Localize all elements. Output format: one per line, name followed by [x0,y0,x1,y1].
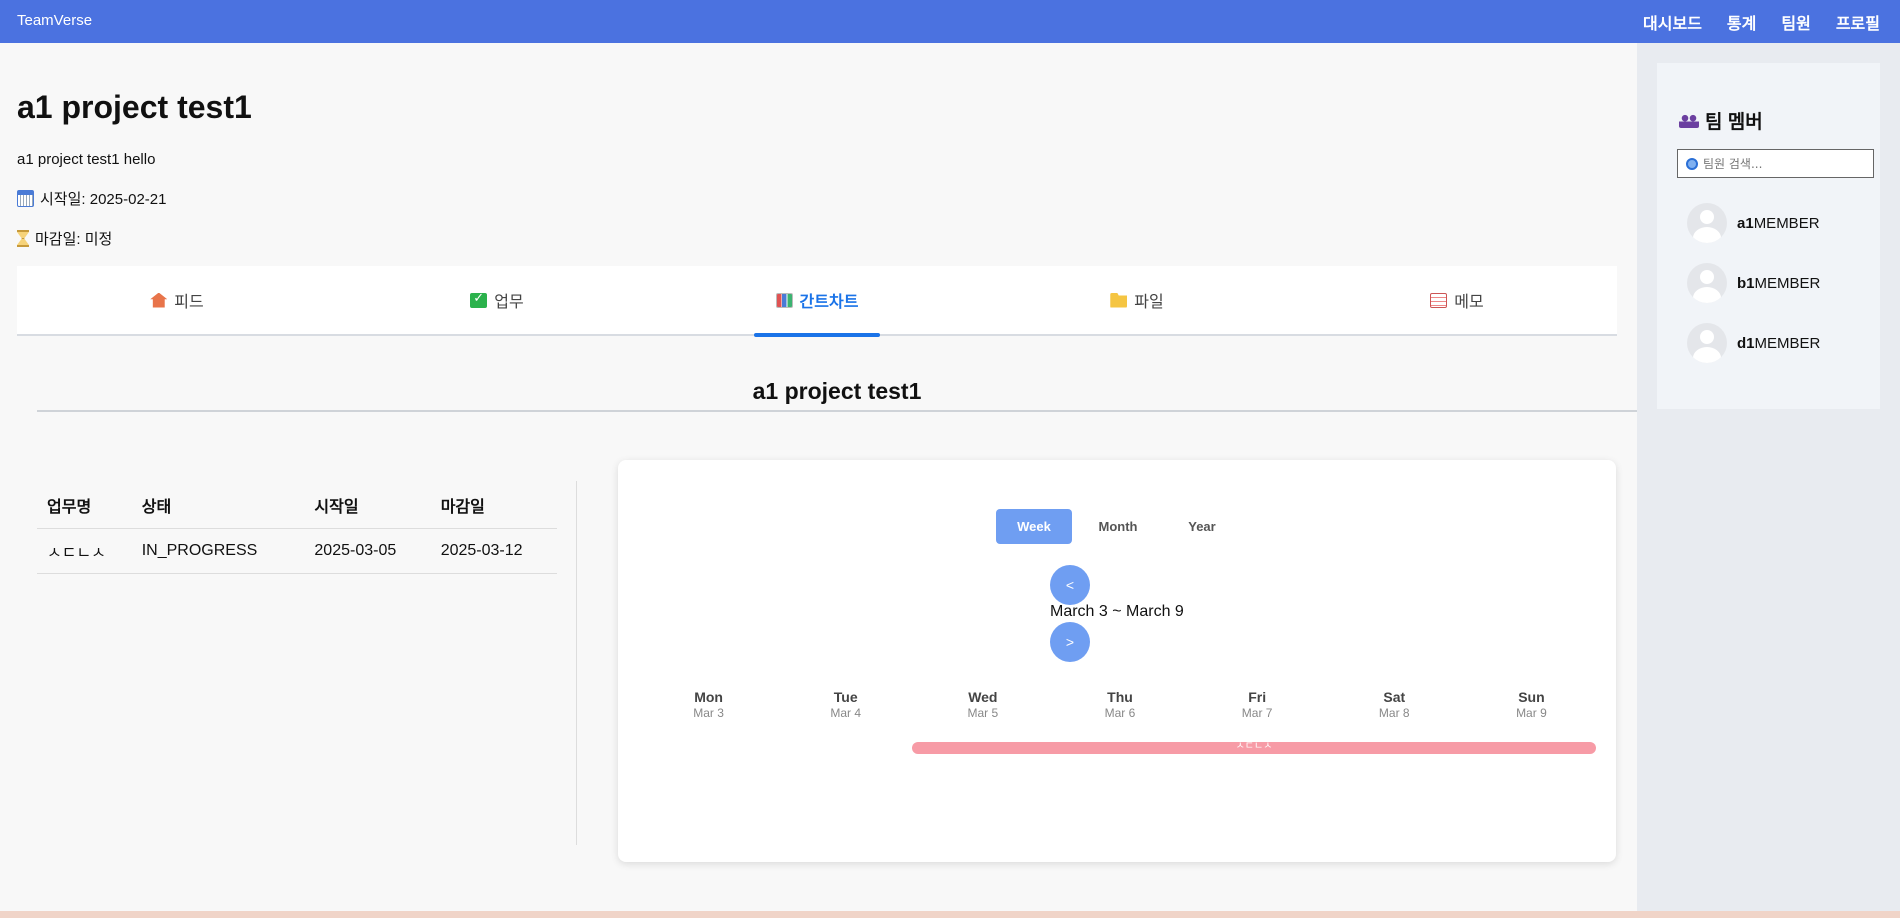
member-name: b1MEMBER [1737,275,1820,292]
search-icon [1686,157,1698,170]
day-column: Wed Mar 5 [914,689,1051,720]
day-name: Wed [968,689,998,705]
due-date-text: 마감일: 미정 [35,231,113,248]
tab-label: 업무 [494,292,524,311]
day-date: Mar 8 [1378,706,1410,720]
nav-profile[interactable]: 프로필 [1836,10,1880,34]
member-name: a1MEMBER [1737,215,1820,232]
top-navbar: TeamVerse 대시보드 통계 팀원 프로필 [0,0,1900,43]
task-name-cell: ㅅㄷㄴㅅ [37,528,132,574]
team-title-text: 팀 멤버 [1705,112,1763,133]
day-column: Tue Mar 4 [777,689,914,720]
day-name: Mon [694,689,723,705]
column-header: 상태 [131,483,305,529]
day-date: Mar 9 [1516,706,1547,720]
task-due-cell: 2025-03-12 [430,528,557,574]
top-nav-menu: 대시보드 통계 팀원 프로필 [1643,10,1880,34]
day-name: Tue [833,689,858,705]
member-item[interactable]: b1MEMBER [1687,263,1820,303]
hourglass-icon [17,230,29,247]
member-id: b1 [1737,274,1755,292]
avatar [1687,203,1727,243]
brand-logo[interactable]: TeamVerse [17,12,92,29]
panel-divider [576,481,577,845]
year-view-button[interactable]: Year [1164,509,1240,544]
check-icon [470,291,488,308]
table-header-row: 업무명 상태 시작일 마감일 [37,483,557,529]
avatar [1687,323,1727,363]
week-view-button[interactable]: Week [996,509,1072,544]
next-period-button[interactable]: > [1050,622,1090,662]
column-header: 마감일 [430,483,557,529]
people-icon [1679,113,1699,128]
day-date: Mar 5 [967,706,999,720]
task-start-cell: 2025-03-05 [304,528,431,574]
start-date-text: 시작일: 2025-02-21 [40,191,167,208]
gantt-task-bar[interactable]: ㅅㄷㄴㅅ [912,742,1596,754]
tab-tasks[interactable]: 업무 [337,266,657,334]
team-members-title: 팀 멤버 [1679,107,1763,134]
memo-icon [1430,292,1448,308]
gantt-chart-panel: Week Month Year < March 3 ~ March 9 > Mo… [618,460,1616,862]
calendar-icon [17,190,34,207]
member-role: MEMBER [1753,214,1820,232]
gantt-section-title: a1 project test1 [37,378,1637,412]
avatar [1687,263,1727,303]
tab-label: 메모 [1454,292,1484,311]
day-name: Sat [1383,689,1406,705]
column-header: 시작일 [304,483,431,529]
nav-stats[interactable]: 통계 [1727,10,1756,34]
nav-team[interactable]: 팀원 [1781,10,1810,34]
member-search-box [1677,149,1874,178]
team-members-panel: 팀 멤버 a1MEMBER b1MEMBER d1MEMBER [1657,63,1880,409]
day-column: Thu Mar 6 [1051,689,1188,720]
nav-dashboard[interactable]: 대시보드 [1643,10,1702,34]
project-due-date: 마감일: 미정 [17,228,112,249]
day-date: Mar 7 [1241,706,1273,720]
tab-label: 파일 [1134,292,1164,311]
task-table: 업무명 상태 시작일 마감일 ㅅㄷㄴㅅ IN_PROGRESS 2025-03-… [37,483,557,574]
day-column: Mon Mar 3 [640,689,777,720]
member-name: d1MEMBER [1737,335,1820,352]
member-search-input[interactable] [1703,156,1863,171]
project-tabs: 피드 업무 간트차트 파일 메모 [17,266,1617,336]
home-icon [150,292,168,308]
member-role: MEMBER [1754,334,1821,352]
tab-gantt-chart[interactable]: 간트차트 [657,266,977,334]
tab-label: 피드 [174,292,204,311]
member-id: d1 [1737,334,1755,352]
chart-icon [775,292,793,308]
member-role: MEMBER [1754,274,1821,292]
view-mode-switcher: Week Month Year [996,509,1240,544]
member-id: a1 [1737,214,1754,232]
project-description: a1 project test1 hello [17,151,156,168]
folder-icon [1110,292,1128,308]
date-range-label: March 3 ~ March 9 [1050,603,1184,620]
tab-label: 간트차트 [799,292,859,311]
table-row[interactable]: ㅅㄷㄴㅅ IN_PROGRESS 2025-03-05 2025-03-12 [37,528,557,574]
day-date: Mar 6 [1104,706,1136,720]
column-header: 업무명 [37,483,132,529]
tab-files[interactable]: 파일 [977,266,1297,334]
task-status-cell: IN_PROGRESS [131,528,305,574]
taskbar-strip [0,911,1900,918]
project-start-date: 시작일: 2025-02-21 [17,188,166,209]
day-name: Thu [1107,689,1133,705]
day-date: Mar 4 [830,706,862,720]
day-date: Mar 3 [693,706,724,720]
project-title: a1 project test1 [17,89,252,125]
tab-memo[interactable]: 메모 [1297,266,1617,334]
member-item[interactable]: a1MEMBER [1687,203,1820,243]
month-view-button[interactable]: Month [1080,509,1156,544]
gantt-day-header: Mon Mar 3 Tue Mar 4 Wed Mar 5 Thu Mar 6 Fri M… [640,689,1600,720]
day-name: Fri [1248,689,1267,705]
member-item[interactable]: d1MEMBER [1687,323,1820,363]
prev-period-button[interactable]: < [1050,565,1090,605]
day-name: Sun [1518,689,1545,705]
day-column: Sat Mar 8 [1326,689,1463,720]
day-column: Fri Mar 7 [1189,689,1326,720]
tab-feed[interactable]: 피드 [17,266,337,334]
day-column: Sun Mar 9 [1463,689,1600,720]
right-sidebar: 팀 멤버 a1MEMBER b1MEMBER d1MEMBER [1637,43,1900,912]
